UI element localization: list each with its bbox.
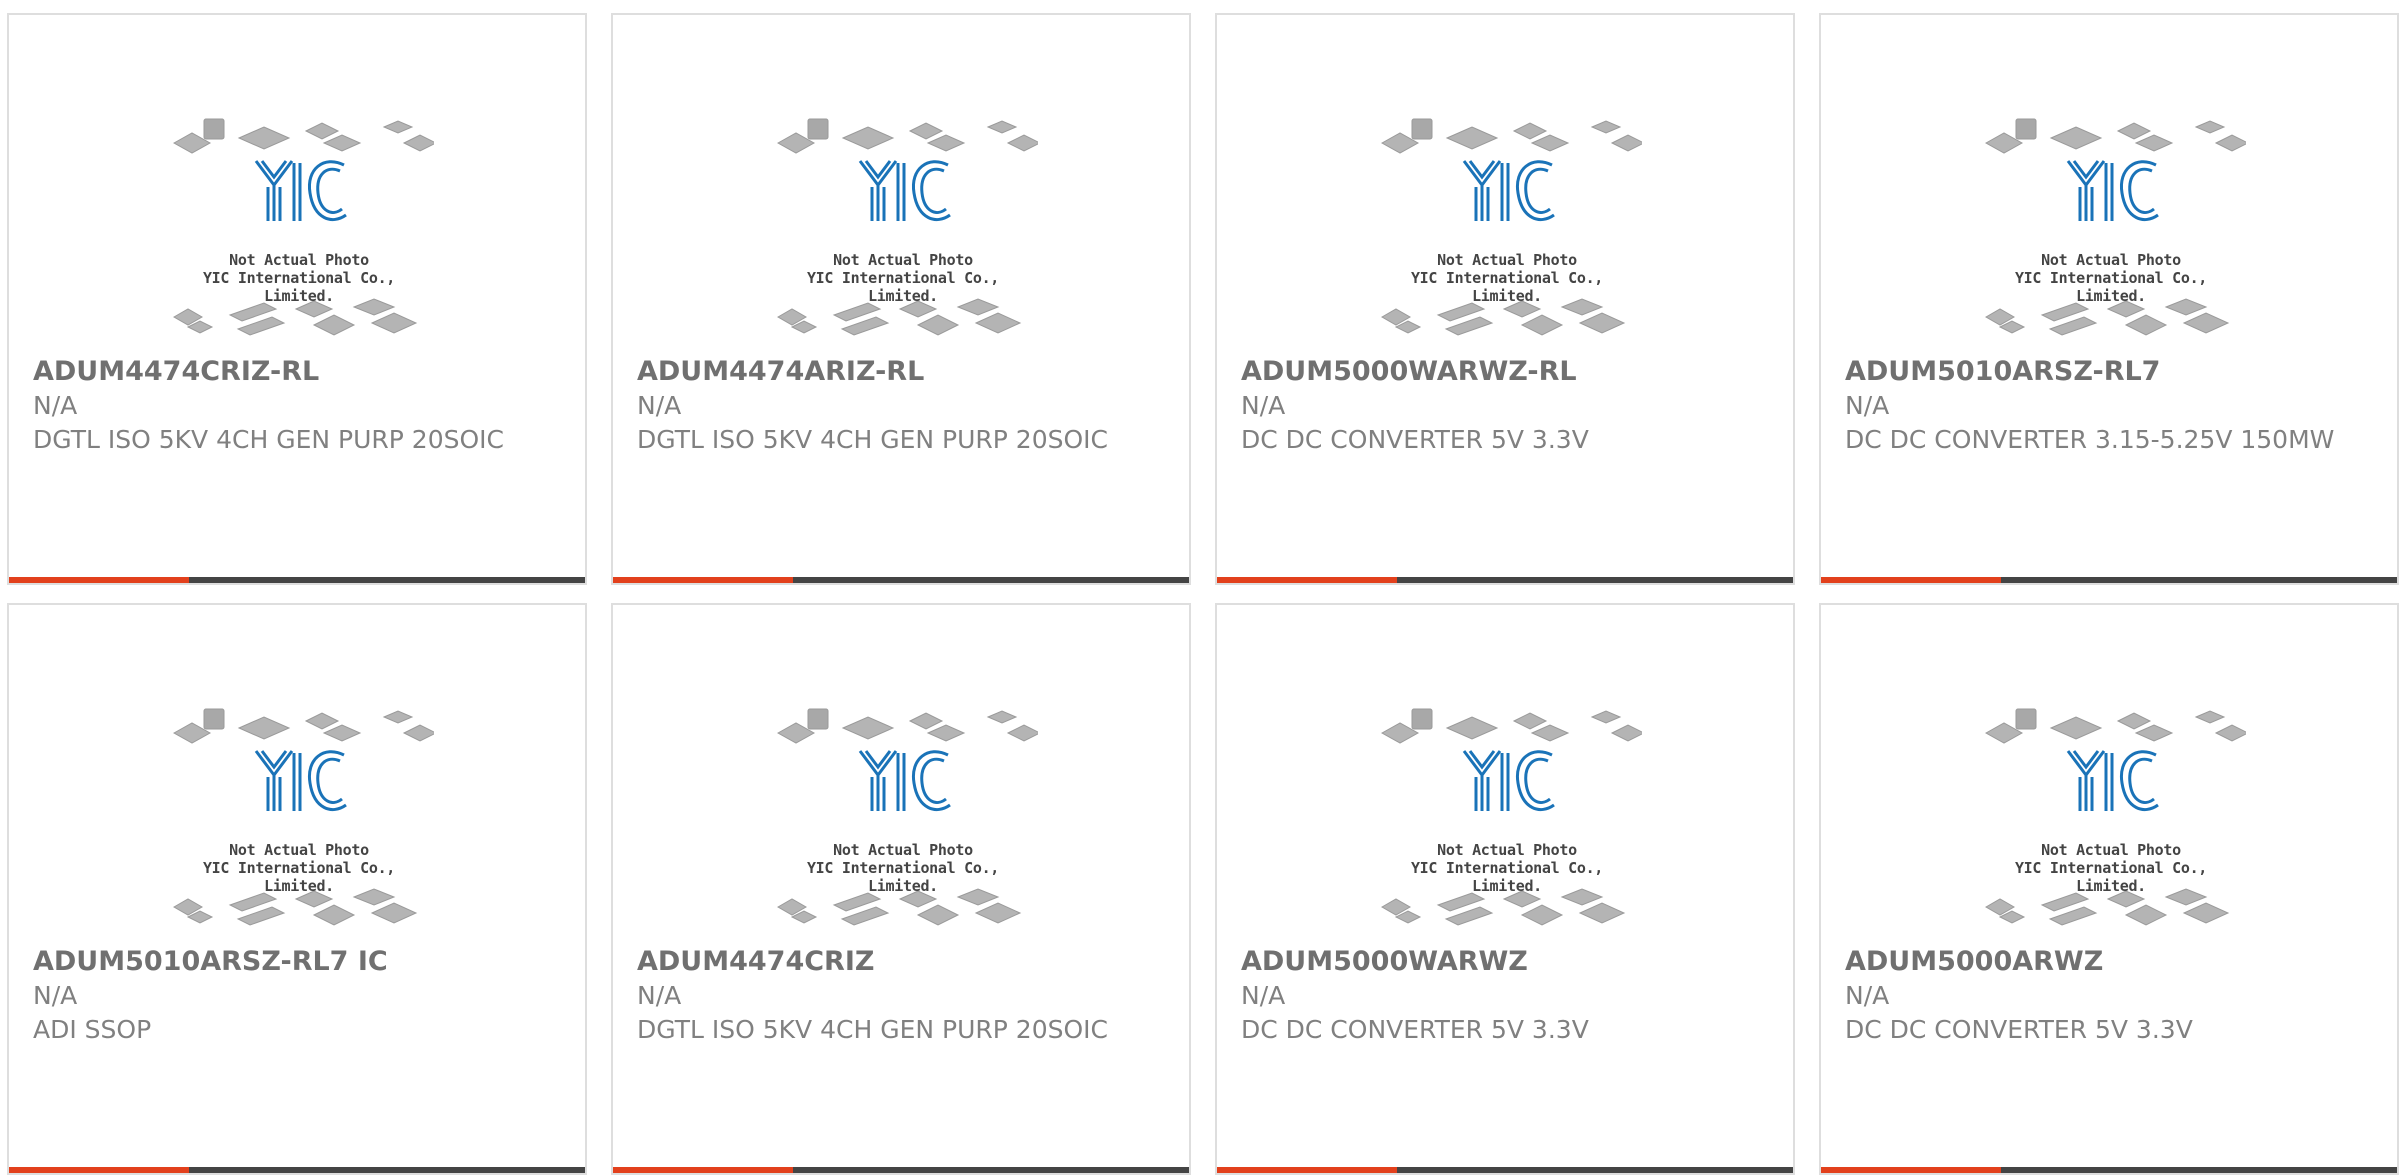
chip-packages-icon — [1380, 708, 1642, 926]
part-number-link[interactable]: ADUM5010ARSZ-RL7 IC — [33, 946, 388, 977]
product-image[interactable]: Not Actual Photo YIC International Co., … — [164, 103, 434, 343]
part-number-link[interactable]: ADUM5000ARWZ — [1845, 946, 2103, 977]
product-image[interactable]: Not Actual Photo YIC International Co., … — [1372, 693, 1642, 933]
not-actual-photo-label: Not Actual Photo — [833, 841, 973, 859]
company-label: YIC International Co., Limited. — [202, 269, 396, 305]
not-actual-photo-label: Not Actual Photo — [229, 251, 369, 269]
product-card[interactable]: Not Actual Photo YIC International Co., … — [1215, 603, 1795, 1175]
product-info: ADUM5000ARWZ N/A DC DC CONVERTER 5V 3.3V — [1845, 945, 2381, 1047]
product-card[interactable]: Not Actual Photo YIC International Co., … — [611, 603, 1191, 1175]
manufacturer: N/A — [1241, 391, 1286, 420]
description: DGTL ISO 5KV 4CH GEN PURP 20SOIC — [637, 425, 1108, 454]
part-number-link[interactable]: ADUM4474CRIZ-RL — [33, 356, 319, 387]
card-accent-bar — [9, 1167, 189, 1173]
product-image[interactable]: Not Actual Photo YIC International Co., … — [1372, 103, 1642, 343]
product-image[interactable]: Not Actual Photo YIC International Co., … — [1976, 693, 2246, 933]
product-card[interactable]: Not Actual Photo YIC International Co., … — [1819, 13, 2399, 585]
chip-packages-icon — [776, 118, 1038, 336]
description: DGTL ISO 5KV 4CH GEN PURP 20SOIC — [637, 1015, 1108, 1044]
chip-packages-icon — [172, 118, 434, 336]
product-card[interactable]: Not Actual Photo YIC International Co., … — [1819, 603, 2399, 1175]
card-accent-bar — [9, 577, 189, 583]
product-card[interactable]: Not Actual Photo YIC International Co., … — [7, 603, 587, 1175]
card-accent-bar — [1821, 577, 2001, 583]
manufacturer: N/A — [637, 391, 682, 420]
description: DC DC CONVERTER 5V 3.3V — [1241, 425, 1589, 454]
company-label: YIC International Co., Limited. — [202, 859, 396, 895]
not-actual-photo-label: Not Actual Photo — [2041, 841, 2181, 859]
not-actual-photo-label: Not Actual Photo — [1437, 841, 1577, 859]
description: DGTL ISO 5KV 4CH GEN PURP 20SOIC — [33, 425, 504, 454]
chip-packages-icon — [776, 708, 1038, 926]
company-label: YIC International Co., Limited. — [2014, 269, 2208, 305]
part-number-link[interactable]: ADUM5010ARSZ-RL7 — [1845, 356, 2160, 387]
chip-packages-icon — [172, 708, 434, 926]
product-grid: Not Actual Photo YIC International Co., … — [7, 13, 2399, 1175]
chip-packages-icon — [1984, 118, 2246, 336]
card-bottom-bar — [1821, 1167, 2397, 1173]
product-card[interactable]: Not Actual Photo YIC International Co., … — [1215, 13, 1795, 585]
not-actual-photo-label: Not Actual Photo — [833, 251, 973, 269]
not-actual-photo-label: Not Actual Photo — [2041, 251, 2181, 269]
card-accent-bar — [1217, 1167, 1397, 1173]
company-label: YIC International Co., Limited. — [806, 859, 1000, 895]
card-accent-bar — [1217, 577, 1397, 583]
product-card[interactable]: Not Actual Photo YIC International Co., … — [7, 13, 587, 585]
card-bottom-bar — [613, 577, 1189, 583]
chip-packages-icon — [1380, 118, 1642, 336]
description: ADI SSOP — [33, 1015, 152, 1044]
product-image[interactable]: Not Actual Photo YIC International Co., … — [164, 693, 434, 933]
card-bottom-bar — [1217, 577, 1793, 583]
card-bottom-bar — [1217, 1167, 1793, 1173]
company-label: YIC International Co., Limited. — [1410, 269, 1604, 305]
manufacturer: N/A — [33, 391, 78, 420]
company-label: YIC International Co., Limited. — [806, 269, 1000, 305]
manufacturer: N/A — [1845, 391, 1890, 420]
product-info: ADUM5010ARSZ-RL7 N/A DC DC CONVERTER 3.1… — [1845, 355, 2381, 457]
product-info: ADUM4474CRIZ N/A DGTL ISO 5KV 4CH GEN PU… — [637, 945, 1173, 1047]
card-accent-bar — [613, 577, 793, 583]
part-number-link[interactable]: ADUM5000WARWZ-RL — [1241, 356, 1577, 387]
product-info: ADUM4474CRIZ-RL N/A DGTL ISO 5KV 4CH GEN… — [33, 355, 569, 457]
product-image[interactable]: Not Actual Photo YIC International Co., … — [1976, 103, 2246, 343]
card-accent-bar — [1821, 1167, 2001, 1173]
manufacturer: N/A — [1845, 981, 1890, 1010]
part-number-link[interactable]: ADUM4474ARIZ-RL — [637, 356, 924, 387]
product-info: ADUM5010ARSZ-RL7 IC N/A ADI SSOP — [33, 945, 569, 1047]
manufacturer: N/A — [33, 981, 78, 1010]
not-actual-photo-label: Not Actual Photo — [1437, 251, 1577, 269]
company-label: YIC International Co., Limited. — [1410, 859, 1604, 895]
product-image[interactable]: Not Actual Photo YIC International Co., … — [768, 103, 1038, 343]
description: DC DC CONVERTER 5V 3.3V — [1241, 1015, 1589, 1044]
chip-packages-icon — [1984, 708, 2246, 926]
company-label: YIC International Co., Limited. — [2014, 859, 2208, 895]
part-number-link[interactable]: ADUM5000WARWZ — [1241, 946, 1528, 977]
manufacturer: N/A — [637, 981, 682, 1010]
product-info: ADUM4474ARIZ-RL N/A DGTL ISO 5KV 4CH GEN… — [637, 355, 1173, 457]
card-bottom-bar — [613, 1167, 1189, 1173]
product-image[interactable]: Not Actual Photo YIC International Co., … — [768, 693, 1038, 933]
product-info: ADUM5000WARWZ-RL N/A DC DC CONVERTER 5V … — [1241, 355, 1777, 457]
card-bottom-bar — [1821, 577, 2397, 583]
not-actual-photo-label: Not Actual Photo — [229, 841, 369, 859]
manufacturer: N/A — [1241, 981, 1286, 1010]
card-bottom-bar — [9, 577, 585, 583]
description: DC DC CONVERTER 5V 3.3V — [1845, 1015, 2193, 1044]
product-info: ADUM5000WARWZ N/A DC DC CONVERTER 5V 3.3… — [1241, 945, 1777, 1047]
card-bottom-bar — [9, 1167, 585, 1173]
description: DC DC CONVERTER 3.15-5.25V 150MW — [1845, 425, 2335, 454]
product-card[interactable]: Not Actual Photo YIC International Co., … — [611, 13, 1191, 585]
part-number-link[interactable]: ADUM4474CRIZ — [637, 946, 874, 977]
card-accent-bar — [613, 1167, 793, 1173]
